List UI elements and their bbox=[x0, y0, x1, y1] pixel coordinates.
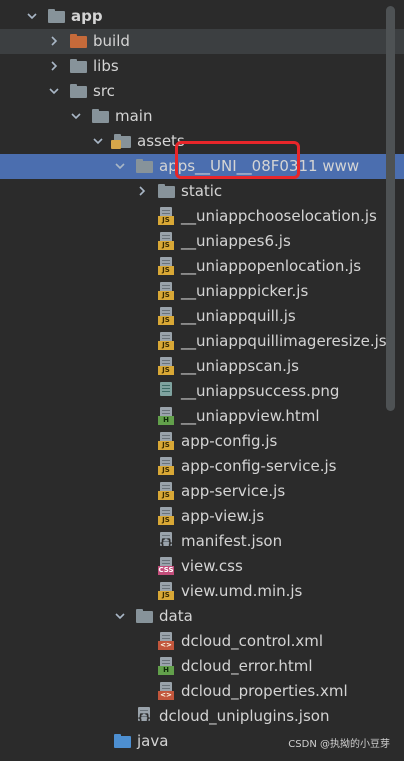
tree-item-label: static bbox=[181, 182, 223, 200]
chevron-down-icon[interactable] bbox=[114, 160, 126, 172]
chevron-right-icon[interactable] bbox=[48, 60, 60, 72]
chevron-down-icon[interactable] bbox=[26, 10, 38, 22]
js-file-icon: JS bbox=[158, 282, 174, 301]
css-file-icon: CSS bbox=[158, 557, 174, 576]
tree-file-row[interactable]: __uniappsuccess.png bbox=[0, 379, 404, 404]
xml-file-icon: <> bbox=[158, 632, 174, 651]
folder-icon bbox=[114, 734, 131, 748]
chevron-down-icon[interactable] bbox=[114, 610, 126, 622]
tree-item-label: src bbox=[93, 82, 115, 100]
chevron-right-icon[interactable] bbox=[136, 185, 148, 197]
tree-folder-row[interactable]: build bbox=[0, 29, 404, 54]
js-file-icon: JS bbox=[158, 257, 174, 276]
tree-file-row[interactable]: JS __uniappscan.js bbox=[0, 354, 404, 379]
js-file-icon: JS bbox=[158, 357, 174, 376]
tree-item-label: java bbox=[137, 732, 169, 750]
tree-file-row[interactable]: Hdcloud_error.html bbox=[0, 654, 404, 679]
tree-item-label: view.umd.min.js bbox=[181, 582, 303, 600]
folder-icon bbox=[48, 9, 65, 23]
png-file-icon bbox=[158, 382, 174, 401]
tree-item-label: app-view.js bbox=[181, 507, 265, 525]
tree-file-row[interactable]: <> dcloud_control.xml bbox=[0, 629, 404, 654]
tree-item-label: dcloud_control.xml bbox=[181, 632, 324, 650]
folder-icon bbox=[70, 84, 87, 98]
tree-item-label: app-config-service.js bbox=[181, 457, 337, 475]
js-file-icon: JS bbox=[158, 332, 174, 351]
tree-folder-row[interactable]: main bbox=[0, 104, 404, 129]
tree-file-row[interactable]: <> dcloud_properties.xml bbox=[0, 679, 404, 704]
tree-item-label: __uniappopenlocation.js bbox=[181, 257, 362, 275]
tree-item-label: __uniappquill.js bbox=[181, 307, 296, 325]
tree-item-label: manifest.json bbox=[181, 532, 283, 550]
tree-file-row[interactable]: {} manifest.json bbox=[0, 529, 404, 554]
tree-item-label: app-service.js bbox=[181, 482, 286, 500]
tree-file-row[interactable]: JS app-config.js bbox=[0, 429, 404, 454]
json-file-icon: {} bbox=[136, 707, 152, 726]
tree-file-row[interactable]: JS __uniapppicker.js bbox=[0, 279, 404, 304]
tree-file-row[interactable]: JS app-config-service.js bbox=[0, 454, 404, 479]
tree-item-label: app-config.js bbox=[181, 432, 278, 450]
html-file-icon: H bbox=[158, 657, 174, 676]
tree-item-label: dcloud_uniplugins.json bbox=[159, 707, 330, 725]
tree-folder-row[interactable]: app bbox=[0, 4, 404, 29]
js-file-icon: JS bbox=[158, 307, 174, 326]
tree-file-row[interactable]: JS __uniappchooselocation.js bbox=[0, 204, 404, 229]
tree-file-row[interactable]: {} dcloud_uniplugins.json bbox=[0, 704, 404, 729]
tree-item-label: __uniappview.html bbox=[181, 407, 320, 425]
tree-item-label: __uniappes6.js bbox=[181, 232, 291, 250]
tree-item-label: build bbox=[93, 32, 130, 50]
tree-item-label: __uniappscan.js bbox=[181, 357, 299, 375]
tree-folder-row[interactable]: static bbox=[0, 179, 404, 204]
xml-file-icon: <> bbox=[158, 682, 174, 701]
js-file-icon: JS bbox=[158, 232, 174, 251]
js-file-icon: JS bbox=[158, 207, 174, 226]
tree-file-row[interactable]: JS __uniappes6.js bbox=[0, 229, 404, 254]
js-file-icon: JS bbox=[158, 582, 174, 601]
js-file-icon: JS bbox=[158, 457, 174, 476]
html-file-icon: H bbox=[158, 407, 174, 426]
tree-item-label: __uniapppicker.js bbox=[181, 282, 309, 300]
chevron-down-icon[interactable] bbox=[70, 110, 82, 122]
tree-item-label: dcloud_error.html bbox=[181, 657, 313, 675]
js-file-icon: JS bbox=[158, 507, 174, 526]
folder-icon bbox=[70, 34, 87, 48]
tree-file-row[interactable]: H __uniappview.html bbox=[0, 404, 404, 429]
tree-folder-row[interactable]: data bbox=[0, 604, 404, 629]
tree-item-label: __uniappchooselocation.js bbox=[181, 207, 377, 225]
tree-file-row[interactable]: JS __uniappquill.js bbox=[0, 304, 404, 329]
chevron-down-icon[interactable] bbox=[48, 85, 60, 97]
folder-icon bbox=[136, 159, 153, 173]
tree-file-row[interactable]: JS view.umd.min.js bbox=[0, 579, 404, 604]
chevron-right-icon[interactable] bbox=[48, 35, 60, 47]
folder-icon bbox=[111, 134, 131, 149]
tree-item-label: __uniappsuccess.png bbox=[181, 382, 340, 400]
folder-icon bbox=[136, 609, 153, 623]
folder-icon bbox=[158, 184, 175, 198]
json-file-icon: {} bbox=[158, 532, 174, 551]
folder-icon bbox=[92, 109, 109, 123]
tree-folder-row[interactable]: src bbox=[0, 79, 404, 104]
tree-item-label: main bbox=[115, 107, 153, 125]
tree-file-row[interactable]: JS __uniappopenlocation.js bbox=[0, 254, 404, 279]
scrollbar-thumb[interactable] bbox=[386, 6, 395, 411]
tree-item-label: __uniappquillimageresize.js bbox=[181, 332, 387, 350]
tree-item-label: libs bbox=[93, 57, 119, 75]
folder-icon bbox=[70, 59, 87, 73]
tree-item-label: dcloud_properties.xml bbox=[181, 682, 348, 700]
tree-item-label: view.css bbox=[181, 557, 243, 575]
project-tree: app build libs src main assets apps__UNI__08F0… bbox=[0, 0, 404, 761]
tree-item-label: data bbox=[159, 607, 193, 625]
highlight-box bbox=[175, 141, 300, 179]
tree-file-row[interactable]: JS __uniappquillimageresize.js bbox=[0, 329, 404, 354]
js-file-icon: JS bbox=[158, 482, 174, 501]
tree-folder-row[interactable]: libs bbox=[0, 54, 404, 79]
tree-file-row[interactable]: CSS view.css bbox=[0, 554, 404, 579]
js-file-icon: JS bbox=[158, 432, 174, 451]
tree-item-label: app bbox=[71, 7, 103, 25]
tree-file-row[interactable]: JS app-view.js bbox=[0, 504, 404, 529]
watermark: CSDN @执拗的小豆芽 bbox=[288, 739, 390, 750]
chevron-down-icon[interactable] bbox=[92, 135, 104, 147]
tree-file-row[interactable]: JS app-service.js bbox=[0, 479, 404, 504]
